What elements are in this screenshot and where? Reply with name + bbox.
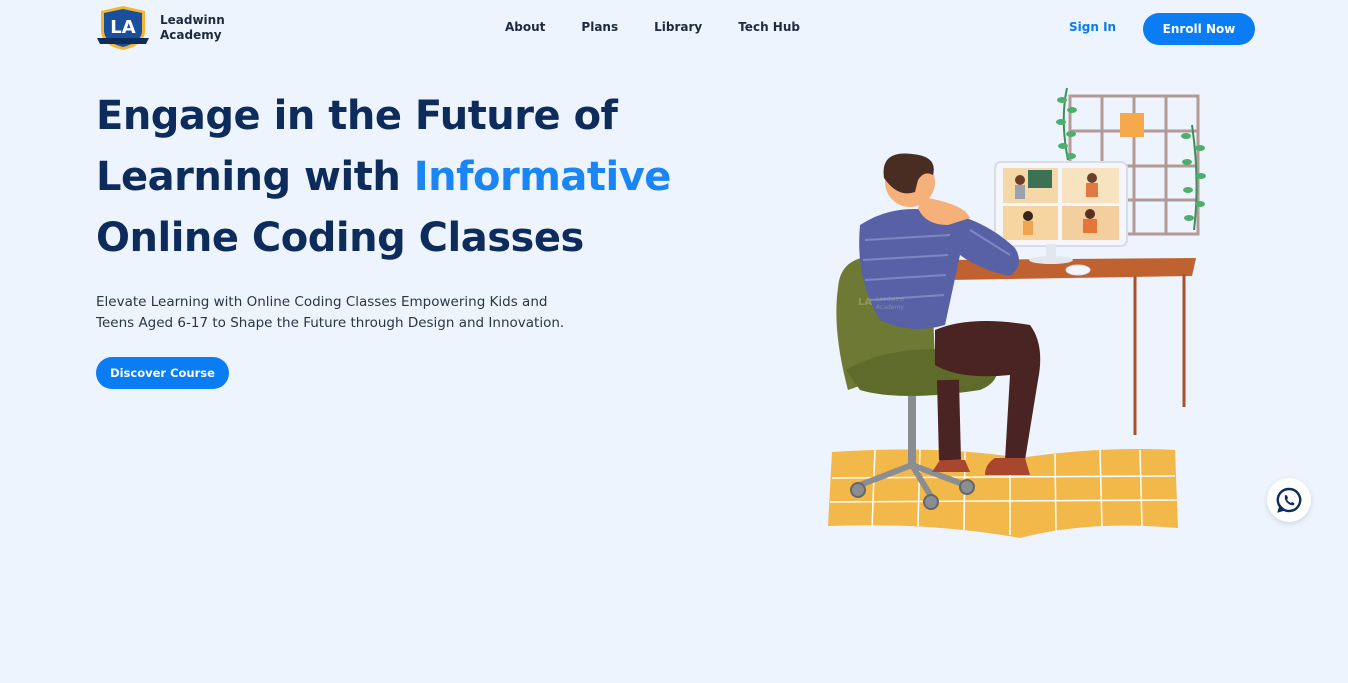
- watermark-line1: Leadwinn: [876, 296, 905, 303]
- hero-title-accent: Informative: [413, 154, 672, 200]
- discover-course-button[interactable]: Discover Course: [96, 357, 229, 389]
- sticky-note: [1120, 113, 1144, 137]
- hero-illustration: LA Leadwinn Academy: [828, 87, 1206, 538]
- watermark-line2: Academy: [876, 304, 904, 311]
- nav-plans[interactable]: Plans: [581, 20, 618, 34]
- hero-title-line2: Learning with: [96, 154, 414, 200]
- watermark-badge: LA: [858, 297, 872, 308]
- hero-subtitle-line1: Elevate Learning with Online Coding Clas…: [96, 294, 548, 310]
- nav-library[interactable]: Library: [654, 20, 702, 34]
- nav-about[interactable]: About: [505, 20, 545, 34]
- brand-name-line1: Leadwinn: [160, 13, 225, 27]
- brand-name-line2: Academy: [160, 28, 222, 42]
- plant-left: [1056, 87, 1077, 161]
- enroll-now-button[interactable]: Enroll Now: [1143, 13, 1255, 45]
- hero-subtitle: Elevate Learning with Online Coding Clas…: [96, 292, 596, 334]
- whatsapp-icon: [1276, 487, 1302, 513]
- logo-badge-icon: LA: [97, 6, 149, 50]
- sign-in-link[interactable]: Sign In: [1069, 20, 1116, 34]
- plant-right: [1181, 124, 1206, 231]
- brand-logo[interactable]: LA Leadwinn Academy: [96, 5, 225, 51]
- nav-tech-hub[interactable]: Tech Hub: [738, 20, 800, 34]
- hero-title-line3: Online Coding Classes: [96, 215, 584, 261]
- logo-badge-text: LA: [110, 17, 135, 38]
- hero-title-line1: Engage in the Future of: [96, 93, 618, 139]
- main-nav: About Plans Library Tech Hub: [505, 20, 836, 34]
- hero-title: Engage in the Future of Learning with In…: [96, 86, 696, 269]
- hero-subtitle-line2: Teens Aged 6-17 to Shape the Future thro…: [96, 315, 565, 331]
- whatsapp-button[interactable]: [1267, 478, 1311, 522]
